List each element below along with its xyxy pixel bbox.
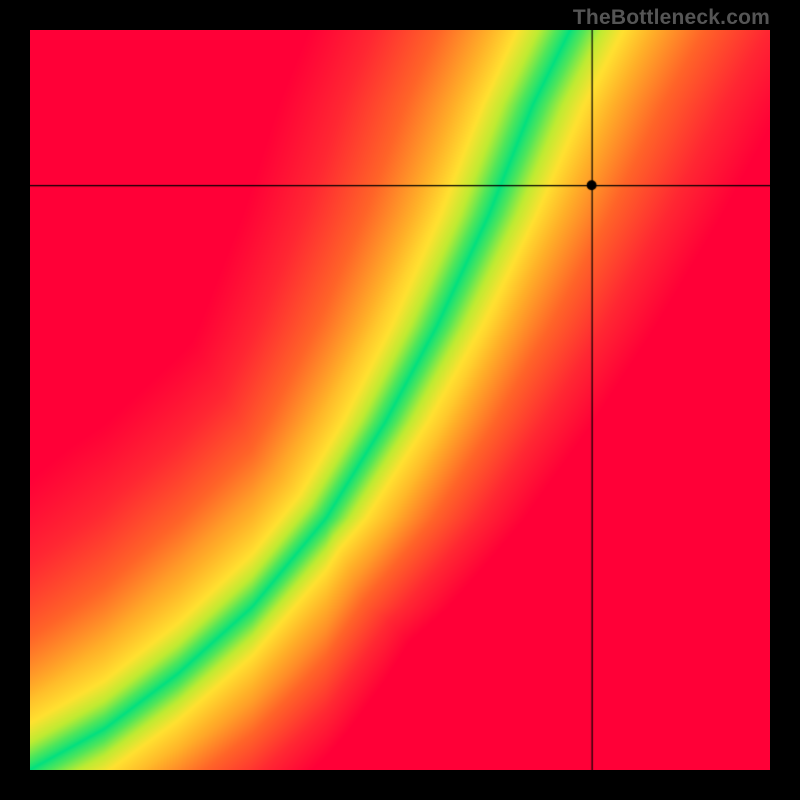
chart-container: TheBottleneck.com [0,0,800,800]
watermark-text: TheBottleneck.com [573,6,770,30]
heatmap-canvas [30,30,770,770]
heatmap-plot [30,30,770,770]
